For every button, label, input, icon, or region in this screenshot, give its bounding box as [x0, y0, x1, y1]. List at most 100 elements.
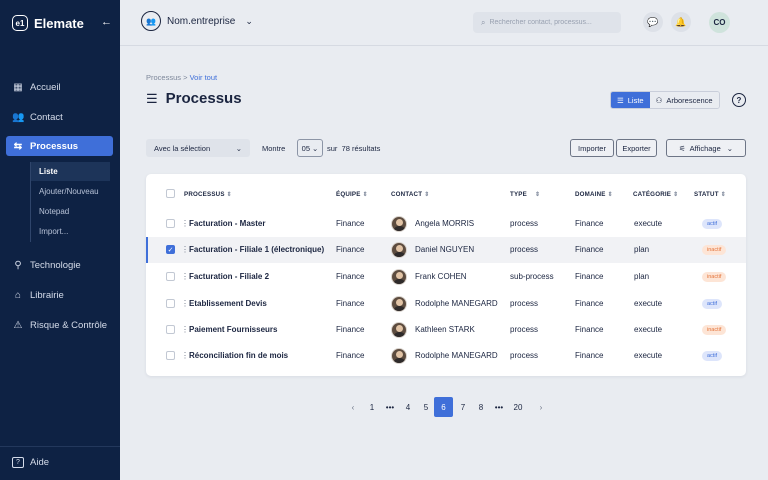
process-name[interactable]: Réconciliation fin de mois — [189, 351, 288, 360]
process-name[interactable]: Facturation - Filiale 1 (électronique) — [189, 245, 324, 254]
page-button[interactable]: 4 — [401, 397, 415, 417]
breadcrumb-parent[interactable]: Processus — [146, 73, 181, 82]
user-avatar[interactable]: CO — [709, 12, 730, 33]
process-name[interactable]: Paiement Fournisseurs — [189, 325, 277, 334]
subnav-item-ajouter[interactable]: Ajouter/Nouveau — [31, 182, 110, 201]
help-icon[interactable]: ? — [732, 93, 746, 107]
page-button[interactable]: ••• — [492, 397, 506, 417]
sidebar-item-risque[interactable]: ⚠ Risque & Contrôle — [6, 315, 113, 335]
process-name[interactable]: Facturation - Filiale 2 — [189, 272, 269, 281]
type-cell: process — [510, 219, 539, 228]
results-count: sur 78 résultats — [327, 144, 381, 153]
contact-name[interactable]: Daniel NGUYEN — [415, 245, 474, 254]
sidebar-item-aide[interactable]: ? Aide — [6, 452, 113, 472]
messages-icon[interactable]: 💬 — [643, 12, 663, 32]
drag-handle-icon[interactable]: ⋮ — [181, 351, 189, 360]
contact-name[interactable]: Rodolphe MANEGARD — [415, 351, 498, 360]
domain-cell: Finance — [575, 299, 604, 308]
drag-handle-icon[interactable]: ⋮ — [181, 325, 189, 334]
view-list-button[interactable]: ☰ Liste — [611, 92, 650, 108]
type-cell: process — [510, 351, 539, 360]
processus-subnav: Liste Ajouter/Nouveau Notepad Import... — [30, 162, 110, 242]
column-header-categorie[interactable]: CATÉGORIE ⇕ — [633, 191, 679, 198]
process-name[interactable]: Facturation - Master — [189, 219, 265, 228]
sort-icon: ⇕ — [720, 191, 727, 198]
column-header-type[interactable]: TYPE ⇕ — [510, 191, 540, 198]
contact-name[interactable]: Frank COHEN — [415, 272, 467, 281]
sidebar-item-processus[interactable]: ⇆ Processus — [6, 136, 113, 156]
sidebar-item-librairie[interactable]: ⌂ Librairie — [6, 285, 113, 305]
row-checkbox[interactable] — [166, 219, 175, 228]
subnav-item-liste[interactable]: Liste — [31, 162, 110, 181]
show-label: Montre — [262, 144, 286, 153]
category-cell: plan — [634, 272, 650, 281]
page-button[interactable]: 5 — [419, 397, 433, 417]
avatar-face — [396, 351, 403, 358]
sidebar-item-label: Contact — [30, 111, 63, 123]
technology-icon: ⚲ — [14, 259, 22, 271]
row-checkbox[interactable] — [166, 325, 175, 334]
help-icon: ? — [12, 456, 24, 468]
column-header-equipe[interactable]: ÉQUIPE ⇕ — [336, 191, 368, 198]
breadcrumb-current[interactable]: Voir tout — [190, 73, 218, 82]
bell-icon[interactable]: 🔔 — [671, 12, 691, 32]
view-tree-label: Arborescence — [666, 95, 713, 105]
avatar-face — [396, 272, 403, 279]
sidebar-item-accueil[interactable]: ▦ Accueil — [6, 77, 113, 97]
column-header-statut[interactable]: STATUT ⇕ — [694, 191, 726, 198]
sidebar-item-contact[interactable]: 👥 Contact — [6, 107, 113, 127]
company-switcher[interactable]: 👥 Nom.entreprise ⌄ — [141, 11, 253, 31]
column-header-processus[interactable]: PROCESSUS ⇕ — [184, 191, 232, 198]
display-button[interactable]: ⚟ Affichage ⌄ — [666, 139, 746, 157]
subnav-item-notepad[interactable]: Notepad — [31, 202, 110, 221]
page-button[interactable]: 20 — [511, 397, 525, 417]
prev-page-icon[interactable]: ‹ — [346, 397, 360, 417]
drag-handle-icon[interactable]: ⋮ — [181, 219, 189, 228]
search-box[interactable]: ⌕ — [473, 12, 621, 33]
column-header-contact[interactable]: CONTACT ⇕ — [391, 191, 430, 198]
elemate-logo-icon: e1 — [12, 15, 28, 31]
row-checkbox[interactable] — [166, 299, 175, 308]
page-title: ☰ Processus — [146, 90, 242, 107]
contact-name[interactable]: Angela MORRIS — [415, 219, 474, 228]
page-size-select[interactable]: 05 ⌄ — [297, 139, 323, 157]
import-button[interactable]: Importer — [570, 139, 614, 157]
contact-name[interactable]: Rodolphe MANEGARD — [415, 299, 498, 308]
page-button[interactable]: 6 — [434, 397, 453, 417]
page-button[interactable]: 8 — [474, 397, 488, 417]
team-icon: 👥 — [141, 11, 161, 31]
page-button[interactable]: 7 — [456, 397, 470, 417]
brand-name: Elemate — [34, 15, 84, 31]
view-tree-button[interactable]: ⚇ Arborescence — [649, 92, 719, 108]
drag-handle-icon[interactable]: ⋮ — [181, 245, 189, 254]
subnav-item-import[interactable]: Import... — [31, 222, 110, 241]
row-checkbox[interactable] — [166, 351, 175, 360]
row-checkbox[interactable] — [166, 272, 175, 281]
collapse-sidebar-icon[interactable]: ← — [101, 16, 112, 28]
process-name[interactable]: Etablissement Devis — [189, 299, 267, 308]
chevron-down-icon: ⌄ — [312, 143, 319, 153]
avatar-face — [396, 299, 403, 306]
sidebar-item-label: Processus — [30, 140, 79, 152]
brand[interactable]: e1 Elemate — [12, 15, 84, 31]
list-icon: ☰ — [146, 90, 158, 106]
search-input[interactable] — [489, 19, 615, 26]
contact-name[interactable]: Kathleen STARK — [415, 325, 475, 334]
tree-icon: ⚇ — [655, 95, 663, 105]
export-button[interactable]: Exporter — [616, 139, 657, 157]
next-page-icon[interactable]: › — [534, 397, 548, 417]
list-icon: ☰ — [617, 95, 624, 105]
sidebar-item-technologie[interactable]: ⚲ Technologie — [6, 255, 113, 275]
drag-handle-icon[interactable]: ⋮ — [181, 299, 189, 308]
sort-icon: ⇕ — [673, 191, 679, 198]
bulk-action-select[interactable]: Avec la sélection ⌄ — [146, 139, 250, 157]
select-all-checkbox[interactable] — [166, 189, 175, 198]
status-badge: inactif — [702, 325, 727, 335]
drag-handle-icon[interactable]: ⋮ — [181, 272, 189, 281]
type-cell: process — [510, 325, 539, 334]
column-header-domaine[interactable]: DOMAINE ⇕ — [575, 191, 613, 198]
page-button[interactable]: 1 — [365, 397, 379, 417]
page-button[interactable]: ••• — [383, 397, 397, 417]
view-toggle: ☰ Liste ⚇ Arborescence — [610, 91, 720, 109]
row-checkbox[interactable]: ✓ — [166, 245, 175, 254]
